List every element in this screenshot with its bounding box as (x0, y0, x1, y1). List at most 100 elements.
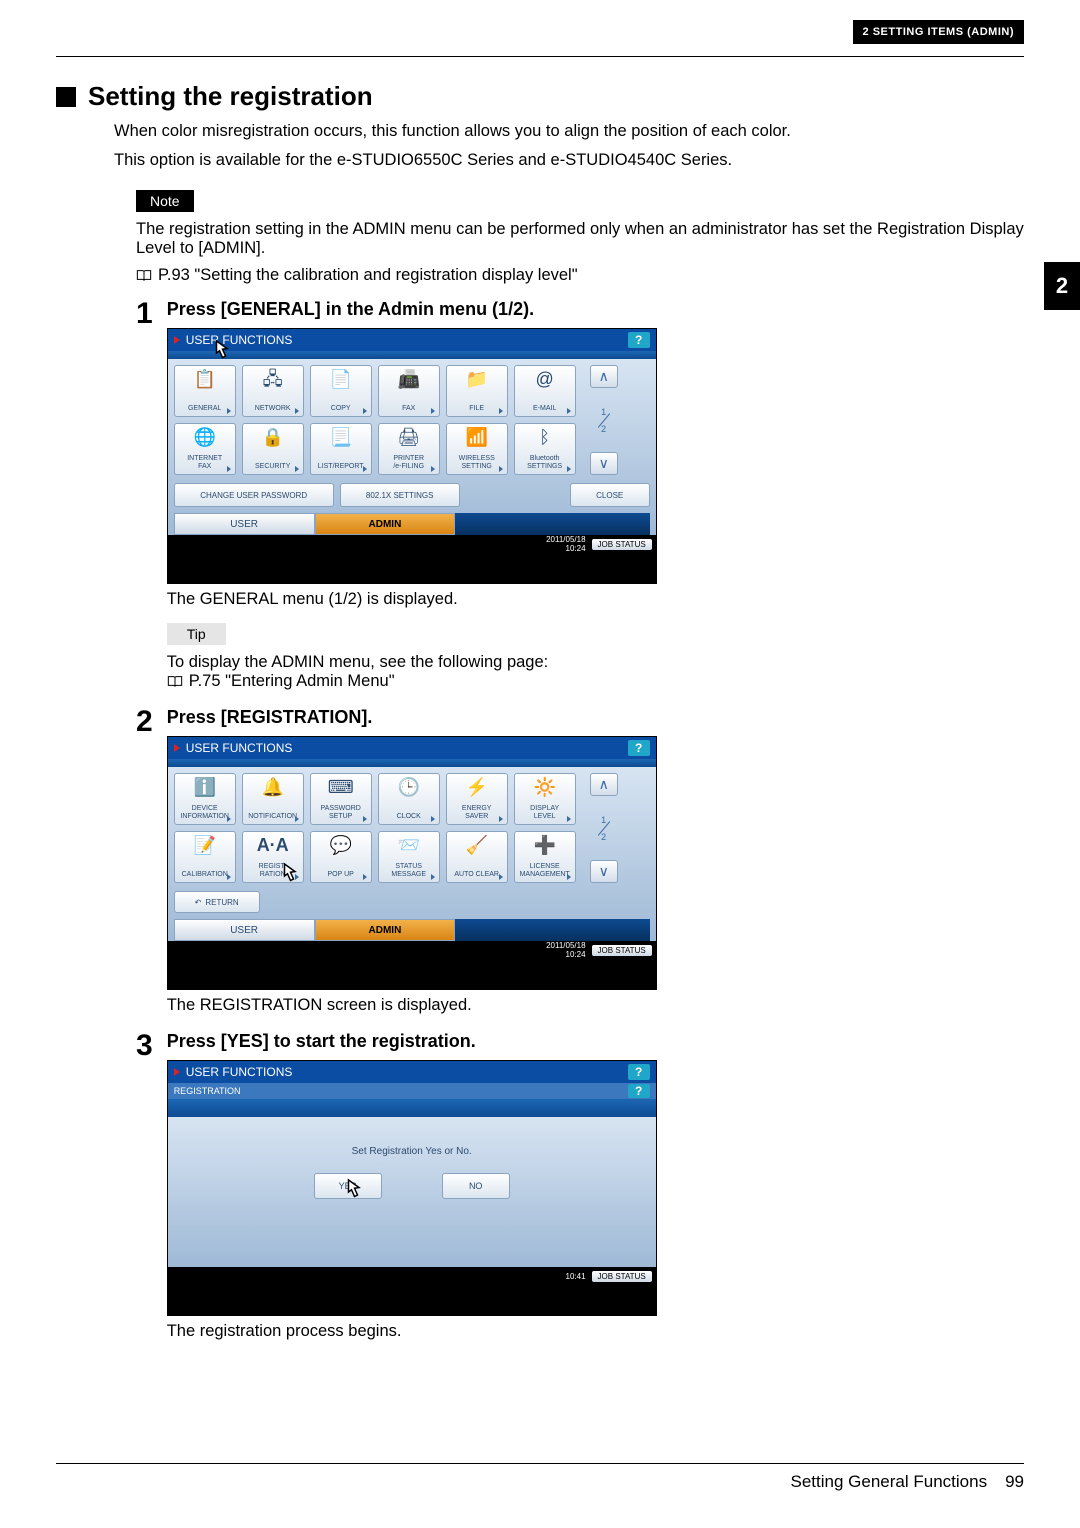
panel-timestamp: 10:41 (566, 1272, 586, 1281)
step-number: 1 (136, 299, 153, 691)
scroll-down-button[interactable]: ∨ (590, 860, 618, 883)
scroll-column: ∧ 1 2 ∨ (590, 365, 618, 475)
tip-ref: P.75 "Entering Admin Menu" (189, 672, 395, 691)
btn-no[interactable]: NO (442, 1173, 510, 1199)
header-badge: 2 SETTING ITEMS (ADMIN) (853, 20, 1024, 44)
section-title: Setting the registration (88, 81, 373, 112)
step-1-after: The GENERAL menu (1/2) is displayed. (167, 590, 1024, 609)
step-2: 2 Press [REGISTRATION]. USER FUNCTIONS ? (136, 707, 1024, 1015)
btn-email[interactable]: @E-MAIL (514, 365, 576, 417)
step-number: 2 (136, 707, 153, 1015)
btn-device-information[interactable]: ℹ️DEVICE INFORMATION (174, 773, 236, 825)
help-button[interactable]: ? (628, 332, 650, 348)
scroll-column: ∧ 12 ∨ (590, 773, 618, 883)
btn-printer-efiling[interactable]: 🖨PRINTER /e-FILING (378, 423, 440, 475)
touch-cursor-icon (206, 338, 236, 368)
help-button[interactable]: ? (628, 1064, 650, 1080)
btn-bluetooth-settings[interactable]: ᛒBluetooth SETTINGS (514, 423, 576, 475)
btn-change-user-password[interactable]: CHANGE USER PASSWORD (174, 483, 334, 507)
panel-title: USER FUNCTIONS (186, 741, 293, 755)
mfp-panel-admin-menu: USER FUNCTIONS ? 📋GENERAL 🖧NETWORK (167, 328, 657, 584)
tip-label: Tip (167, 623, 226, 645)
title-indicator-icon (174, 336, 180, 344)
btn-general[interactable]: 📋GENERAL (174, 365, 236, 417)
page-header: 2 SETTING ITEMS (ADMIN) (0, 0, 1080, 44)
chapter-tab: 2 (1044, 262, 1080, 310)
general-menu-grid: ℹ️DEVICE INFORMATION 🔔NOTIFICATION ⌨PASS… (174, 773, 586, 883)
btn-network[interactable]: 🖧NETWORK (242, 365, 304, 417)
step-2-after: The REGISTRATION screen is displayed. (167, 996, 1024, 1015)
btn-wireless-setting[interactable]: 📶WIRELESS SETTING (446, 423, 508, 475)
section-heading: Setting the registration (56, 81, 1024, 112)
panel-title: USER FUNCTIONS (186, 1065, 293, 1079)
tab-user[interactable]: USER (174, 513, 315, 535)
panel-breadcrumb: REGISTRATION ? (168, 1083, 656, 1099)
help-button[interactable]: ? (628, 1084, 650, 1098)
btn-energy-saver[interactable]: ⚡ENERGY SAVER (446, 773, 508, 825)
book-icon (136, 269, 152, 283)
steps-list: 1 Press [GENERAL] in the Admin menu (1/2… (56, 299, 1024, 1341)
page-indicator: 12 (590, 802, 618, 854)
panel-statusbar: 2011/05/18 10:24 JOB STATUS (168, 941, 656, 959)
btn-close[interactable]: CLOSE (570, 483, 650, 507)
footer-page: 99 (1005, 1472, 1024, 1492)
btn-popup[interactable]: 💬POP UP (310, 831, 372, 883)
note-label: Note (136, 190, 194, 212)
help-button[interactable]: ? (628, 740, 650, 756)
scroll-up-button[interactable]: ∧ (590, 773, 618, 796)
step-3-title: Press [YES] to start the registration. (167, 1031, 1024, 1052)
btn-auto-clear[interactable]: 🧹AUTO CLEAR (446, 831, 508, 883)
note-body: The registration setting in the ADMIN me… (136, 220, 1024, 258)
panel-titlebar: USER FUNCTIONS ? (168, 1061, 656, 1083)
btn-clock[interactable]: 🕒CLOCK (378, 773, 440, 825)
return-arrow-icon: ↶ (195, 898, 202, 907)
note-ref-line: P.93 "Setting the calibration and regist… (136, 266, 1024, 285)
btn-file[interactable]: 📁FILE (446, 365, 508, 417)
btn-security[interactable]: 🔒SECURITY (242, 423, 304, 475)
page-body: Setting the registration When color misr… (0, 57, 1080, 1341)
panel-statusbar: 2011/05/18 10:24 JOB STATUS (168, 535, 656, 553)
tab-user[interactable]: USER (174, 919, 315, 941)
btn-return[interactable]: ↶RETURN (174, 891, 260, 913)
btn-internet-fax[interactable]: 🌐INTERNET FAX (174, 423, 236, 475)
step-3-after: The registration process begins. (167, 1322, 1024, 1341)
panel-timestamp: 2011/05/18 10:24 (546, 535, 585, 553)
page-indicator: 1 2 (590, 394, 618, 446)
step-3: 3 Press [YES] to start the registration.… (136, 1031, 1024, 1341)
user-admin-tabs: USER ADMIN (174, 919, 650, 941)
btn-display-level[interactable]: 🔆DISPLAY LEVEL (514, 773, 576, 825)
book-icon (167, 675, 183, 689)
section-lead-2: This option is available for the e-STUDI… (56, 151, 1024, 170)
title-indicator-icon (174, 1068, 180, 1076)
mfp-panel-general-menu: USER FUNCTIONS ? ℹ️DEVICE INFORMATION 🔔N… (167, 736, 657, 990)
job-status-button[interactable]: JOB STATUS (592, 945, 652, 956)
panel-titlebar: USER FUNCTIONS ? (168, 737, 656, 759)
page: 2 SETTING ITEMS (ADMIN) 2 Setting the re… (0, 0, 1080, 1528)
btn-license-management[interactable]: ➕LICENSE MANAGEMENT (514, 831, 576, 883)
panel-timestamp: 2011/05/18 10:24 (546, 941, 585, 959)
job-status-button[interactable]: JOB STATUS (592, 539, 652, 550)
scroll-up-button[interactable]: ∧ (590, 365, 618, 388)
btn-fax[interactable]: 📠FAX (378, 365, 440, 417)
step-2-title: Press [REGISTRATION]. (167, 707, 1024, 728)
btn-list-report[interactable]: 📃LIST/REPORT (310, 423, 372, 475)
panel-titlebar: USER FUNCTIONS ? (168, 329, 656, 351)
step-1: 1 Press [GENERAL] in the Admin menu (1/2… (136, 299, 1024, 691)
btn-8021x-settings[interactable]: 802.1X SETTINGS (340, 483, 460, 507)
tab-admin[interactable]: ADMIN (315, 513, 456, 535)
scroll-down-button[interactable]: ∨ (590, 452, 618, 475)
btn-copy[interactable]: 📄COPY (310, 365, 372, 417)
registration-prompt: Set Registration Yes or No. (352, 1146, 472, 1157)
job-status-button[interactable]: JOB STATUS (592, 1271, 652, 1282)
page-footer: Setting General Functions 99 (56, 1463, 1024, 1492)
btn-password-setup[interactable]: ⌨PASSWORD SETUP (310, 773, 372, 825)
touch-cursor-icon (338, 1177, 368, 1207)
btn-calibration[interactable]: 📝CALIBRATION (174, 831, 236, 883)
btn-status-message[interactable]: 📨STATUS MESSAGE (378, 831, 440, 883)
btn-notification[interactable]: 🔔NOTIFICATION (242, 773, 304, 825)
tip-body: To display the ADMIN menu, see the follo… (167, 653, 1024, 672)
panel-statusbar: 10:41 JOB STATUS (168, 1267, 656, 1285)
tab-admin[interactable]: ADMIN (315, 919, 456, 941)
note-block: Note The registration setting in the ADM… (136, 190, 1024, 285)
touch-cursor-icon (274, 861, 304, 891)
